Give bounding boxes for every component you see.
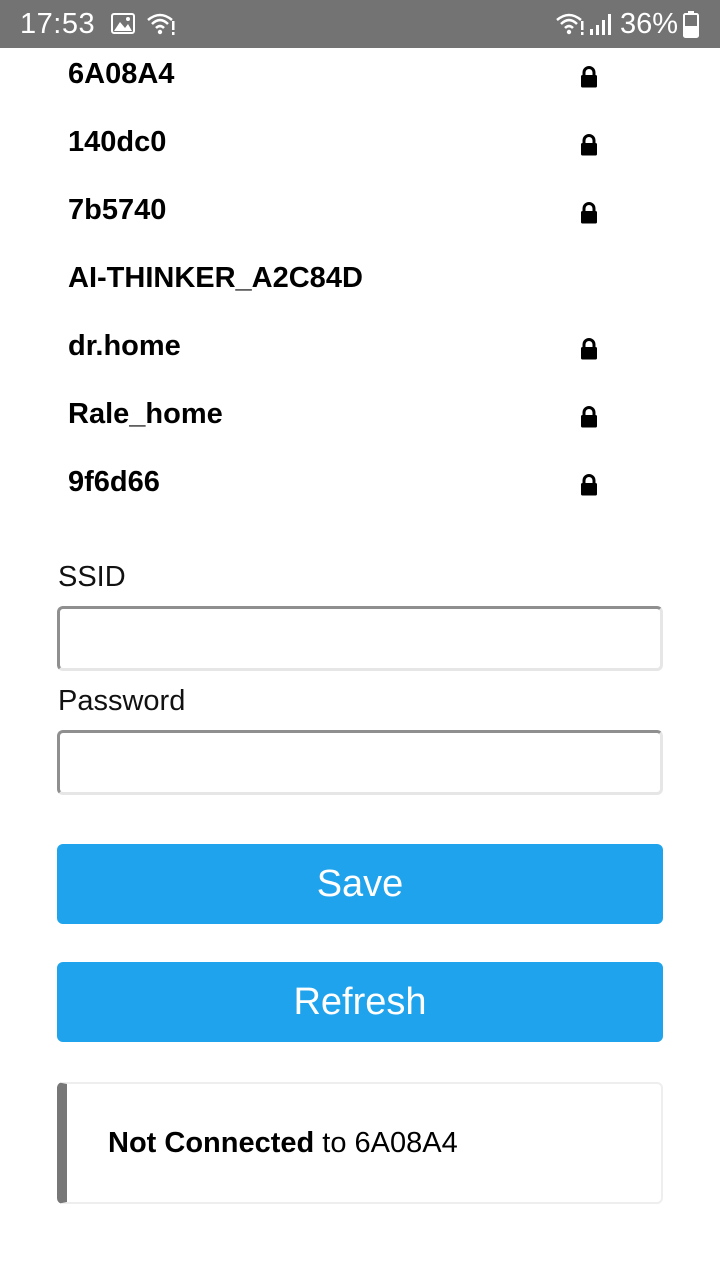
network-item[interactable]: 6A08A4 xyxy=(0,57,720,117)
network-ssid[interactable]: dr.home xyxy=(68,329,181,363)
ssid-input[interactable] xyxy=(57,606,663,671)
network-ssid[interactable]: AI-THINKER_A2C84D xyxy=(68,261,363,295)
network-item[interactable]: Rale_home xyxy=(0,397,720,457)
password-label: Password xyxy=(58,685,186,717)
lock-icon xyxy=(580,474,598,496)
connection-status-text: Not Connected to 6A08A4 xyxy=(108,1126,458,1160)
network-item[interactable]: 9f6d66 xyxy=(0,465,720,525)
wifi-icon xyxy=(147,13,175,35)
network-ssid[interactable]: Rale_home xyxy=(68,397,223,431)
status-bar: 17:53 36% xyxy=(0,0,720,48)
lock-icon xyxy=(580,202,598,224)
password-input[interactable] xyxy=(57,730,663,795)
connection-state: Not Connected xyxy=(108,1127,315,1159)
network-ssid[interactable]: 9f6d66 xyxy=(68,465,160,499)
network-item[interactable]: 140dc0 xyxy=(0,125,720,185)
battery-percent: 36% xyxy=(620,8,679,40)
network-ssid[interactable]: 6A08A4 xyxy=(68,57,174,91)
wifi-icon xyxy=(556,13,584,35)
lock-icon xyxy=(580,406,598,428)
network-ssid[interactable]: 7b5740 xyxy=(68,193,166,227)
network-item[interactable]: AI-THINKER_A2C84D xyxy=(0,261,720,321)
lock-icon xyxy=(580,66,598,88)
gallery-icon xyxy=(111,13,135,34)
refresh-button[interactable]: Refresh xyxy=(57,962,663,1042)
connection-target: to 6A08A4 xyxy=(314,1127,458,1159)
signal-icon xyxy=(590,14,611,35)
battery-icon xyxy=(683,11,699,38)
connection-status-box: Not Connected to 6A08A4 xyxy=(57,1082,663,1204)
clock: 17:53 xyxy=(20,8,96,40)
lock-icon xyxy=(580,338,598,360)
save-button[interactable]: Save xyxy=(57,844,663,924)
lock-icon xyxy=(580,134,598,156)
network-item[interactable]: 7b5740 xyxy=(0,193,720,253)
network-item[interactable]: dr.home xyxy=(0,329,720,389)
network-ssid[interactable]: 140dc0 xyxy=(68,125,166,159)
ssid-label: SSID xyxy=(58,561,126,593)
